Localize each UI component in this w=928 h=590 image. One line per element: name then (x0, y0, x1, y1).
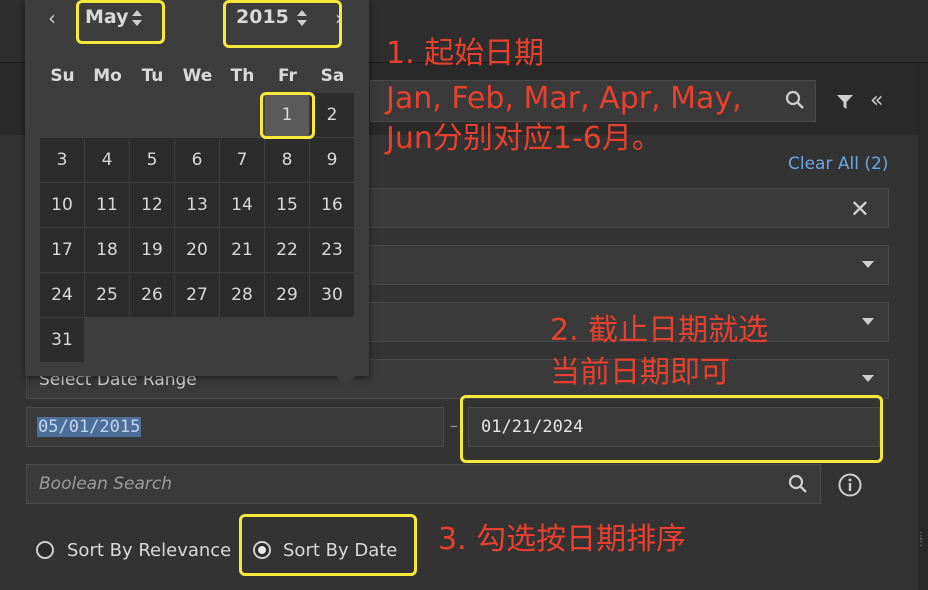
calendar-day[interactable]: 7 (220, 138, 264, 182)
annotation-note-2-line2: 当前日期即可 (550, 355, 730, 390)
month-highlight-box (76, 0, 165, 44)
calendar-day[interactable]: 12 (130, 183, 174, 227)
calendar-day[interactable]: 16 (310, 183, 354, 227)
day-highlight-box (260, 92, 315, 139)
year-highlight-box (223, 0, 342, 48)
calendar-day[interactable]: 26 (130, 273, 174, 317)
weekday-label: Mo (93, 66, 122, 86)
calendar-day[interactable]: 13 (175, 183, 219, 227)
calendar-day[interactable]: 9 (310, 138, 354, 182)
end-date-highlight-box (460, 395, 883, 463)
calendar-day[interactable]: 28 (220, 273, 264, 317)
calendar-day[interactable]: 15 (265, 183, 309, 227)
annotation-note-3: 3. 勾选按日期排序 (438, 522, 687, 557)
calendar-day[interactable]: 11 (85, 183, 129, 227)
calendar-day[interactable]: 3 (40, 138, 84, 182)
close-icon[interactable]: ✕ (850, 195, 870, 223)
sort-relevance-radio[interactable] (36, 541, 54, 559)
calendar-day[interactable]: 31 (40, 318, 84, 362)
start-date-value: 05/01/2015 (37, 417, 142, 437)
annotation-note-1-line2: Jan, Feb, Mar, Apr, May, (386, 81, 742, 116)
calendar-day[interactable]: 17 (40, 228, 84, 272)
sort-date-highlight-box (239, 514, 417, 576)
clear-all-link[interactable]: Clear All (2) (788, 154, 888, 174)
annotation-note-1-line3: Jun分别对应1-6月。 (386, 121, 662, 156)
weekday-label: We (182, 66, 213, 86)
sort-relevance-label[interactable]: Sort By Relevance (67, 540, 231, 561)
calendar-day[interactable]: 4 (85, 138, 129, 182)
annotation-note-1-title: 1. 起始日期 (386, 36, 545, 71)
calendar-day[interactable]: 10 (40, 183, 84, 227)
resize-grip-icon[interactable]: ⋮ ⋮ (916, 532, 926, 562)
weekday-label: Su (50, 66, 75, 86)
calendar-day[interactable]: 5 (130, 138, 174, 182)
boolean-search-placeholder: Boolean Search (39, 474, 173, 494)
calendar-day[interactable]: 29 (265, 273, 309, 317)
calendar-day[interactable]: 30 (310, 273, 354, 317)
annotation-note-2-line1: 2. 截止日期就选 (550, 313, 769, 348)
weekday-label: Fr (278, 66, 297, 86)
calendar-day[interactable]: 20 (175, 228, 219, 272)
date-picker-pointer (336, 376, 356, 386)
calendar-day[interactable]: 8 (265, 138, 309, 182)
weekday-label: Sa (320, 66, 345, 86)
start-date-input[interactable]: 05/01/2015 (26, 407, 444, 447)
weekday-label: Tu (141, 66, 164, 86)
calendar-day[interactable]: 24 (40, 273, 84, 317)
collapse-panel-icon[interactable]: « (870, 90, 883, 112)
chevron-down-icon (862, 318, 874, 325)
calendar-day[interactable]: 25 (85, 273, 129, 317)
calendar-day[interactable]: 19 (130, 228, 174, 272)
date-separator: – (450, 416, 458, 435)
calendar-day[interactable]: 23 (310, 228, 354, 272)
weekday-label: Th (230, 66, 255, 86)
filter-icon[interactable] (835, 92, 855, 112)
previous-month-icon[interactable]: ‹ (48, 6, 56, 30)
calendar-day[interactable]: 2 (310, 93, 354, 137)
calendar-day[interactable]: 6 (175, 138, 219, 182)
calendar-day[interactable]: 27 (175, 273, 219, 317)
calendar-day[interactable]: 14 (220, 183, 264, 227)
calendar-day[interactable]: 22 (265, 228, 309, 272)
panel-edge (918, 63, 928, 590)
info-icon[interactable] (838, 473, 862, 497)
calendar-day[interactable]: 18 (85, 228, 129, 272)
search-icon[interactable] (788, 474, 808, 494)
chevron-down-icon (862, 261, 874, 268)
chevron-down-icon (862, 375, 874, 382)
search-icon[interactable] (785, 90, 805, 110)
calendar-day[interactable]: 21 (220, 228, 264, 272)
boolean-search-input[interactable]: Boolean Search (26, 464, 821, 504)
